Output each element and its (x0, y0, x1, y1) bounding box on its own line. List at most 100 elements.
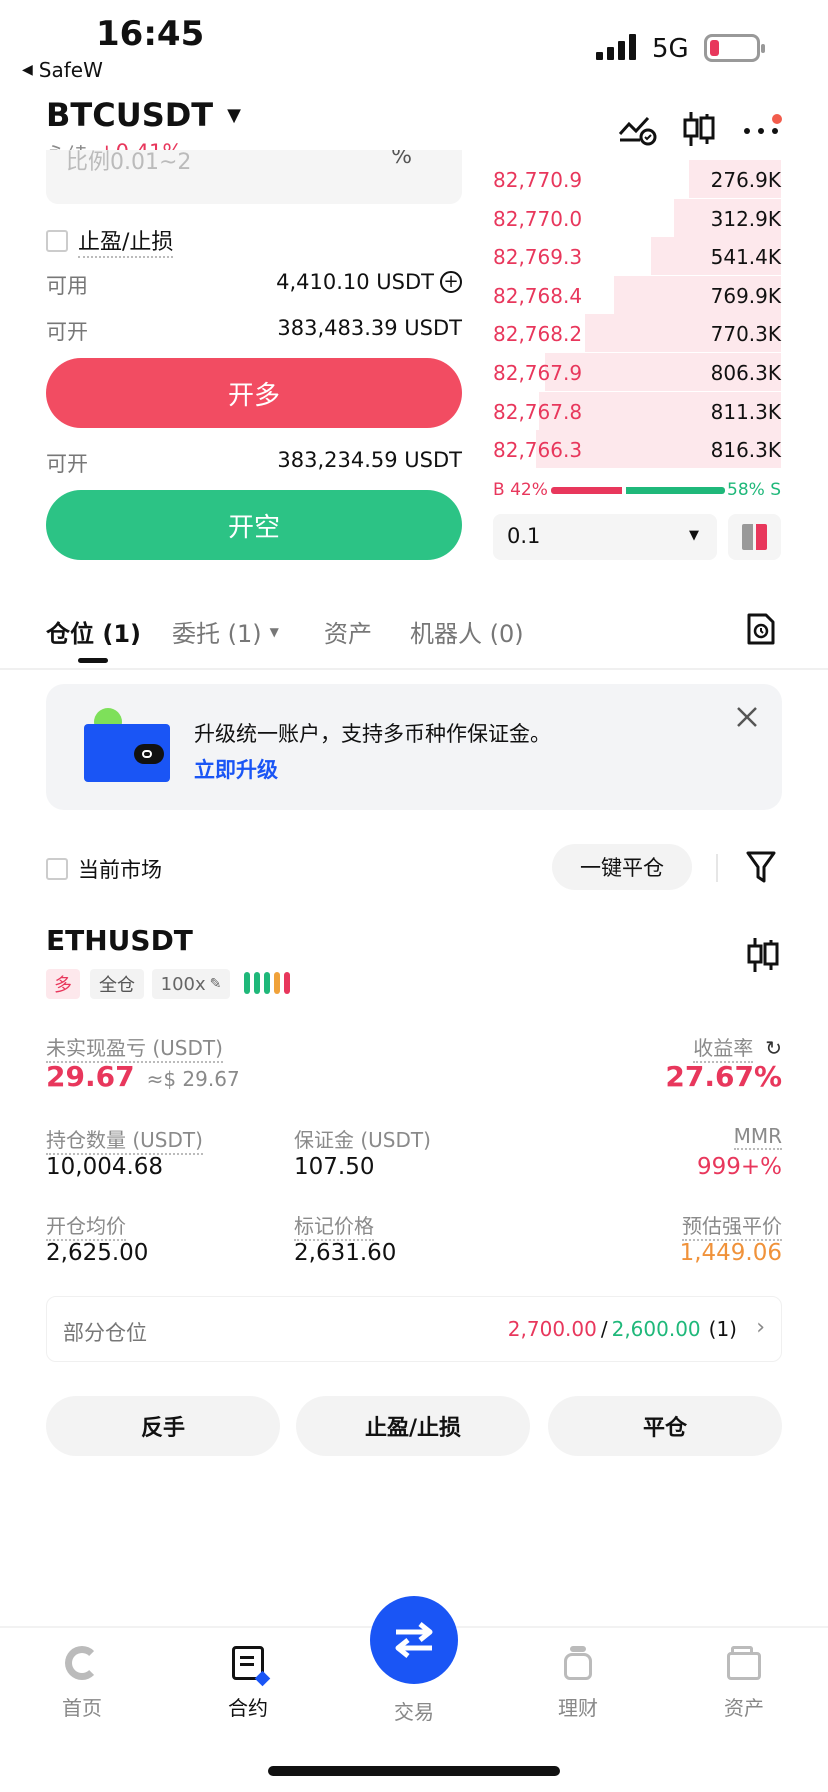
order-book-row[interactable]: 82,768.4 769.9K (493, 275, 781, 314)
buy-sell-ratio: B 42% 58% S (493, 480, 781, 504)
back-triangle-icon: ◀ (22, 62, 33, 78)
mark-price-label: 标记价格 (294, 1210, 374, 1241)
upgrade-banner[interactable]: 升级统一账户，支持多币种作保证金。 立即升级 (46, 684, 782, 810)
open-long-button[interactable]: 开多 (46, 358, 462, 428)
filter-icon[interactable] (746, 850, 776, 884)
order-book-row[interactable]: 82,768.2 770.3K (493, 314, 781, 353)
order-book-row[interactable]: 82,767.8 811.3K (493, 391, 781, 430)
position-symbol[interactable]: ETHUSDT (46, 924, 193, 957)
tab-active-indicator (78, 658, 108, 663)
open-short-button[interactable]: 开空 (46, 490, 462, 560)
available-value: 4,410.10 USDT (276, 270, 434, 294)
partial-position-label: 部分仓位 (63, 1321, 147, 1345)
ask-quantity: 541.4K (710, 245, 781, 270)
mark-price-value: 2,631.60 (294, 1240, 397, 1266)
chevron-right-icon: › (756, 1315, 765, 1340)
wallet-icon (727, 1646, 761, 1680)
nav-trade[interactable]: 交易 (354, 1596, 474, 1730)
tabs-divider (0, 668, 828, 670)
tp-sl-button[interactable]: 止盈/止损 (296, 1396, 530, 1456)
buy-ratio-bar (551, 487, 622, 494)
ratio-input[interactable]: 比例0.01~2 % (46, 150, 462, 204)
partial-count: (1) (708, 1317, 737, 1341)
tp-sl-checkbox[interactable] (46, 230, 68, 252)
partial-position-row[interactable]: 部分仓位 2,700.00 / 2,600.00 (1) › (46, 1296, 782, 1362)
current-market-toggle[interactable]: 当前市场 (46, 854, 162, 884)
ask-price: 82,768.4 (493, 283, 583, 308)
available-row: 4,410.10 USDT + (240, 270, 462, 294)
unrealized-pnl-label: 未实现盈亏 (USDT) (46, 1032, 223, 1063)
nav-futures[interactable]: 合约 (188, 1610, 308, 1730)
mmr-label-wrap: MMR (560, 1124, 782, 1150)
partial-tp-value: 2,700.00 (507, 1317, 597, 1341)
precision-select[interactable]: 0.1 ▼ (493, 514, 717, 560)
ask-price: 82,766.3 (493, 438, 583, 463)
leverage-value: 100x (160, 973, 206, 995)
order-book-row[interactable]: 82,767.9 806.3K (493, 353, 781, 391)
liq-price-value: 1,449.06 (679, 1240, 782, 1266)
ask-quantity: 806.3K (710, 361, 781, 385)
ask-quantity: 276.9K (710, 168, 781, 192)
close-position-button[interactable]: 平仓 (548, 1396, 782, 1456)
nav-assets[interactable]: 资产 (684, 1610, 804, 1730)
nav-earn-label: 理财 (558, 1696, 598, 1720)
tab-assets[interactable]: 资产 (324, 614, 372, 649)
can-open-label-2: 可开 (46, 452, 88, 476)
can-open-value-1: 383,483.39 USDT (277, 316, 462, 340)
futures-icon (232, 1646, 271, 1687)
symbol-title: BTCUSDT (46, 96, 214, 134)
caret-down-icon: ▼ (689, 528, 699, 543)
leverage-tag[interactable]: 100x ✎ (152, 969, 230, 999)
close-icon[interactable] (734, 704, 760, 730)
history-icon[interactable] (746, 612, 776, 646)
back-app-label: SafeW (38, 58, 103, 82)
can-open-label-1: 可开 (46, 320, 88, 344)
ask-quantity: 816.3K (710, 438, 781, 463)
caret-down-icon: ▼ (227, 104, 241, 126)
position-chart-icon[interactable] (746, 936, 780, 974)
ask-price: 82,767.9 (493, 361, 583, 385)
home-icon (65, 1646, 99, 1680)
order-book-row[interactable]: 82,769.3 541.4K (493, 237, 781, 276)
ask-price: 82,769.3 (493, 245, 583, 270)
add-funds-icon[interactable]: + (440, 271, 462, 293)
more-menu-icon[interactable] (742, 114, 782, 144)
order-book-row[interactable]: 82,770.9 276.9K (493, 160, 781, 198)
sell-ratio-bar (626, 487, 725, 494)
status-time: 16:45 (96, 14, 205, 54)
order-book-row[interactable]: 82,770.0 312.9K (493, 198, 781, 237)
current-market-checkbox[interactable] (46, 858, 68, 880)
tp-sl-toggle[interactable]: 止盈/止损 (46, 224, 174, 258)
ratio-placeholder: 比例0.01~2 (66, 150, 192, 175)
tab-orders[interactable]: 委托 (1) ▼ (172, 614, 279, 649)
ask-quantity: 769.9K (710, 283, 781, 308)
buy-ratio-label: B 42% (493, 480, 548, 500)
tab-orders-label: 委托 (1) (172, 620, 262, 648)
unrealized-pnl-value: 29.67 (46, 1060, 135, 1093)
chart-signal-icon[interactable] (618, 112, 658, 146)
entry-price-label: 开仓均价 (46, 1210, 126, 1241)
reverse-button[interactable]: 反手 (46, 1396, 280, 1456)
tab-bots[interactable]: 机器人 (0) (410, 614, 524, 649)
book-layout-toggle[interactable] (728, 514, 781, 560)
tab-positions[interactable]: 仓位 (1) (46, 614, 141, 649)
candlestick-icon[interactable] (682, 110, 716, 148)
back-to-app[interactable]: ◀ SafeW (22, 58, 103, 82)
liq-label-wrap: 预估强平价 (560, 1210, 782, 1241)
ask-price: 82,768.2 (493, 322, 583, 347)
order-book-row[interactable]: 82,766.3 816.3K (493, 430, 781, 469)
filter-divider (716, 854, 718, 882)
banner-upgrade-link[interactable]: 立即升级 (194, 754, 278, 784)
symbol-selector[interactable]: BTCUSDT ▼ (46, 96, 241, 134)
edit-pencil-icon: ✎ (209, 976, 222, 992)
side-tag: 多 (46, 969, 80, 999)
size-value: 10,004.68 (46, 1154, 164, 1180)
refresh-icon[interactable]: ↻ (765, 1036, 782, 1060)
nav-earn[interactable]: 理财 (518, 1610, 638, 1730)
nav-home[interactable]: 首页 (22, 1610, 142, 1730)
unrealized-pnl: 29.67 ≈$ 29.67 (46, 1060, 240, 1093)
margin-value: 107.50 (294, 1154, 375, 1180)
close-all-button[interactable]: 一键平仓 (552, 844, 692, 890)
nav-assets-label: 资产 (724, 1696, 764, 1720)
nav-trade-label: 交易 (394, 1700, 434, 1724)
